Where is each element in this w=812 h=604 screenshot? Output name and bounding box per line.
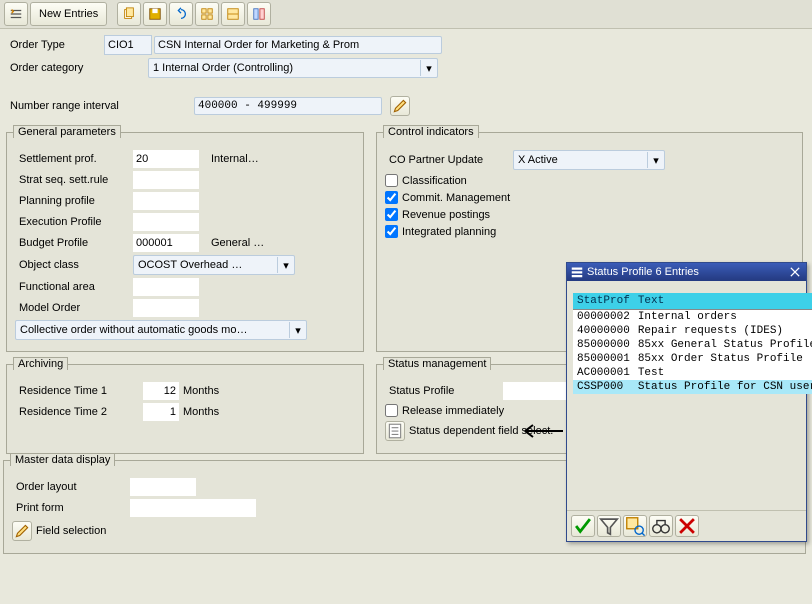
edit-icon[interactable] [390, 96, 410, 116]
co-partner-dropdown[interactable]: X Active▾ [513, 150, 665, 170]
filter-icon[interactable] [597, 515, 621, 537]
table-row[interactable]: 8500000185xx Order Status Profile [573, 352, 812, 366]
residence2-label: Residence Time 2 [15, 406, 143, 418]
chevron-down-icon[interactable]: ▾ [277, 257, 294, 273]
execution-profile-field[interactable] [133, 213, 199, 231]
archiving-group: Archiving Residence Time 1Months Residen… [6, 364, 364, 454]
budget-profile-desc: General … [207, 237, 268, 249]
settlement-prof-label: Settlement prof. [15, 153, 133, 165]
integrated-checkbox[interactable]: Integrated planning [385, 225, 794, 238]
residence1-label: Residence Time 1 [15, 385, 143, 397]
undo-icon[interactable] [169, 2, 193, 26]
main-toolbar: New Entries [0, 0, 812, 29]
functional-area-label: Functional area [15, 281, 133, 293]
status-legend: Status management [383, 357, 491, 370]
strat-seq-field[interactable] [133, 171, 199, 189]
chevron-down-icon[interactable]: ▾ [289, 322, 306, 338]
chevron-down-icon[interactable]: ▾ [420, 60, 437, 76]
edit-icon [12, 521, 32, 541]
print-form-field[interactable] [130, 499, 256, 517]
residence2-unit: Months [179, 406, 223, 418]
functional-area-field[interactable] [133, 278, 199, 296]
config-icon[interactable] [247, 2, 271, 26]
order-category-value: 1 Internal Order (Controlling) [149, 62, 420, 74]
budget-profile-label: Budget Profile [15, 237, 133, 249]
toggle-icon[interactable] [4, 2, 28, 26]
field-selection-label: Field selection [36, 525, 106, 537]
accept-icon[interactable] [571, 515, 595, 537]
popup-toolbar [567, 510, 806, 541]
copy-icon[interactable] [117, 2, 141, 26]
new-entries-button[interactable]: New Entries [30, 2, 107, 26]
commit-mgmt-label: Commit. Management [402, 192, 510, 204]
commit-mgmt-checkbox[interactable]: Commit. Management [385, 191, 794, 204]
order-type-desc: CSN Internal Order for Marketing & Prom [154, 36, 442, 54]
residence2-field[interactable] [143, 403, 179, 421]
archiving-legend: Archiving [13, 357, 68, 370]
budget-profile-field[interactable] [133, 234, 199, 252]
search-help-icon[interactable] [623, 515, 647, 537]
classification-checkbox[interactable]: Classification [385, 174, 794, 187]
col-text: Text [634, 293, 812, 310]
save-icon[interactable] [143, 2, 167, 26]
co-partner-label: CO Partner Update [385, 154, 513, 166]
revenue-label: Revenue postings [402, 209, 490, 221]
execution-profile-label: Execution Profile [15, 216, 133, 228]
residence1-unit: Months [179, 385, 223, 397]
print-form-label: Print form [12, 502, 130, 514]
order-type-label: Order Type [6, 39, 104, 51]
status-profile-popup: Status Profile 6 Entries StatProfText 00… [566, 262, 807, 542]
order-category-label: Order category [6, 62, 104, 74]
settlement-prof-field[interactable] [133, 150, 199, 168]
chevron-down-icon[interactable]: ▾ [647, 152, 664, 168]
col-statprof: StatProf [573, 293, 634, 310]
release-immediately-label: Release immediately [402, 405, 504, 417]
list-icon [571, 266, 583, 278]
order-layout-label: Order layout [12, 481, 130, 493]
status-profile-table: StatProfText 00000002Internal orders4000… [573, 293, 812, 394]
table-row[interactable]: 8500000085xx General Status Profile [573, 338, 812, 352]
general-parameters-group: General parameters Settlement prof.Inter… [6, 132, 364, 352]
popup-title: Status Profile 6 Entries [587, 266, 699, 278]
object-class-label: Object class [15, 259, 133, 271]
new-entries-label: New Entries [39, 8, 98, 20]
table-row[interactable]: AC000001Test [573, 366, 812, 380]
object-class-dropdown[interactable]: OCOST Overhead …▾ [133, 255, 295, 275]
order-type-field [104, 35, 152, 55]
master-legend: Master data display [10, 453, 115, 466]
status-profile-field[interactable] [503, 382, 569, 400]
binoculars-icon[interactable] [649, 515, 673, 537]
residence1-field[interactable] [143, 382, 179, 400]
classification-label: Classification [402, 175, 467, 187]
popup-titlebar: Status Profile 6 Entries [567, 263, 806, 281]
settlement-prof-desc: Internal… [207, 153, 263, 165]
document-icon [385, 421, 405, 441]
collective-order-dropdown[interactable]: Collective order without automatic goods… [15, 320, 307, 340]
control-legend: Control indicators [383, 125, 479, 138]
planning-profile-label: Planning profile [15, 195, 133, 207]
select-all-icon[interactable] [195, 2, 219, 26]
number-range-label: Number range interval [6, 100, 194, 112]
strat-seq-label: Strat seq. sett.rule [15, 174, 133, 186]
model-order-label: Model Order [15, 302, 133, 314]
table-row[interactable]: 00000002Internal orders [573, 310, 812, 325]
general-legend: General parameters [13, 125, 121, 138]
co-partner-value: X Active [514, 154, 647, 166]
cancel-icon[interactable] [675, 515, 699, 537]
number-range-value: 400000 - 499999 [194, 97, 382, 115]
table-row[interactable]: CSSP000Status Profile for CSN user [573, 380, 812, 394]
close-icon[interactable] [788, 265, 802, 279]
object-class-value: OCOST Overhead … [134, 259, 277, 271]
integrated-label: Integrated planning [402, 226, 496, 238]
arrow-annotation [517, 423, 565, 439]
order-category-dropdown[interactable]: 1 Internal Order (Controlling) ▾ [148, 58, 438, 78]
collective-order-value: Collective order without automatic goods… [16, 324, 289, 336]
revenue-checkbox[interactable]: Revenue postings [385, 208, 794, 221]
deselect-icon[interactable] [221, 2, 245, 26]
table-row[interactable]: 40000000Repair requests (IDES) [573, 324, 812, 338]
model-order-field[interactable] [133, 299, 199, 317]
order-layout-field[interactable] [130, 478, 196, 496]
planning-profile-field[interactable] [133, 192, 199, 210]
status-profile-label: Status Profile [385, 385, 503, 397]
